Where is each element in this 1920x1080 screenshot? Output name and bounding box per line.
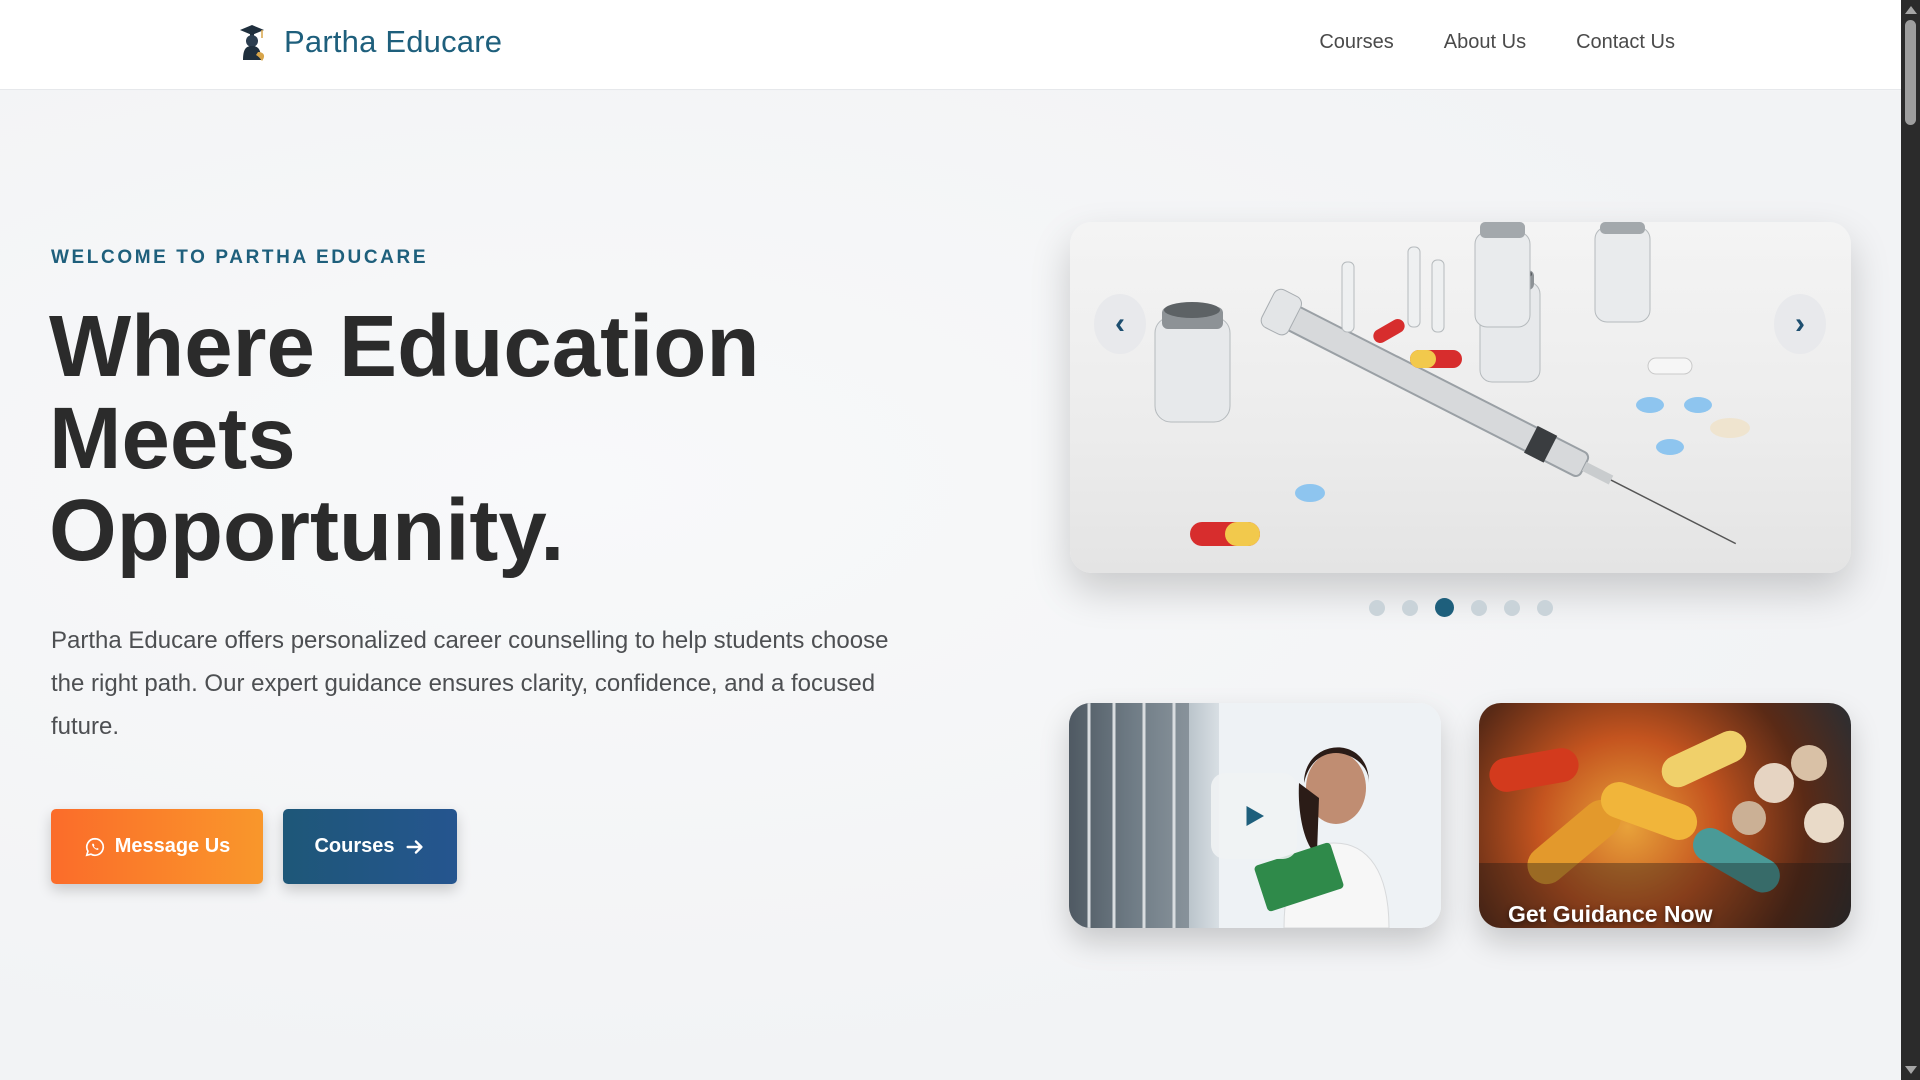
image-slider[interactable] [1070, 222, 1851, 573]
courses-button-label: Courses [314, 835, 395, 857]
message-us-label: Message Us [114, 835, 231, 857]
brand[interactable]: Partha Educare [234, 22, 502, 62]
whatsapp-icon [85, 837, 104, 856]
hero-eyebrow: WELCOME TO PARTHA EDUCARE [51, 247, 429, 268]
nav-links: Courses About Us Contact Us [1319, 31, 1675, 54]
scroll-down-arrow-icon[interactable] [1905, 1066, 1917, 1074]
courses-button[interactable]: Courses [283, 809, 457, 884]
scrollbar[interactable] [1901, 0, 1920, 1080]
scroll-up-arrow-icon[interactable] [1905, 6, 1917, 14]
capsules-image [1479, 730, 1851, 928]
graduation-logo-icon [240, 25, 265, 61]
slider-dot-active[interactable] [1435, 598, 1454, 617]
slider-dot[interactable] [1537, 599, 1553, 616]
nav-link-contact-us[interactable]: Contact Us [1576, 31, 1675, 54]
video-card[interactable] [1069, 703, 1441, 928]
play-icon [1246, 806, 1264, 826]
slider-dots [1369, 598, 1553, 617]
headline-line-2: Meets [49, 390, 296, 487]
get-guidance-label: Get Guidance Now [1508, 901, 1713, 927]
brand-name: Partha Educare [284, 24, 503, 59]
slider-next-button[interactable]: › [1774, 294, 1826, 354]
play-button[interactable] [1211, 773, 1297, 859]
hero-headline: Where Education Meets Opportunity. [49, 301, 909, 577]
headline-line-1: Where Education [49, 298, 760, 395]
hero-description: Partha Educare offers personalized caree… [51, 627, 889, 740]
medical-vials-image [1154, 222, 1750, 546]
hero-section: WELCOME TO PARTHA EDUCARE Where Educatio… [0, 91, 1901, 1080]
scroll-thumb[interactable] [1905, 20, 1916, 125]
slider-dot[interactable] [1471, 599, 1487, 616]
headline-line-3: Opportunity. [49, 482, 565, 579]
message-us-button[interactable]: Message Us [51, 809, 263, 884]
slider-dot[interactable] [1402, 599, 1418, 616]
nav-link-about-us[interactable]: About Us [1444, 31, 1526, 54]
guidance-card[interactable]: Get Guidance Now [1479, 703, 1851, 928]
arrow-right-icon [405, 839, 423, 854]
slider-prev-button[interactable]: ‹ [1094, 294, 1146, 354]
slider-dot[interactable] [1369, 599, 1385, 616]
nav-link-courses[interactable]: Courses [1319, 31, 1393, 54]
slider-dot[interactable] [1504, 599, 1520, 616]
navbar: Partha Educare Courses About Us Contact … [0, 0, 1901, 90]
